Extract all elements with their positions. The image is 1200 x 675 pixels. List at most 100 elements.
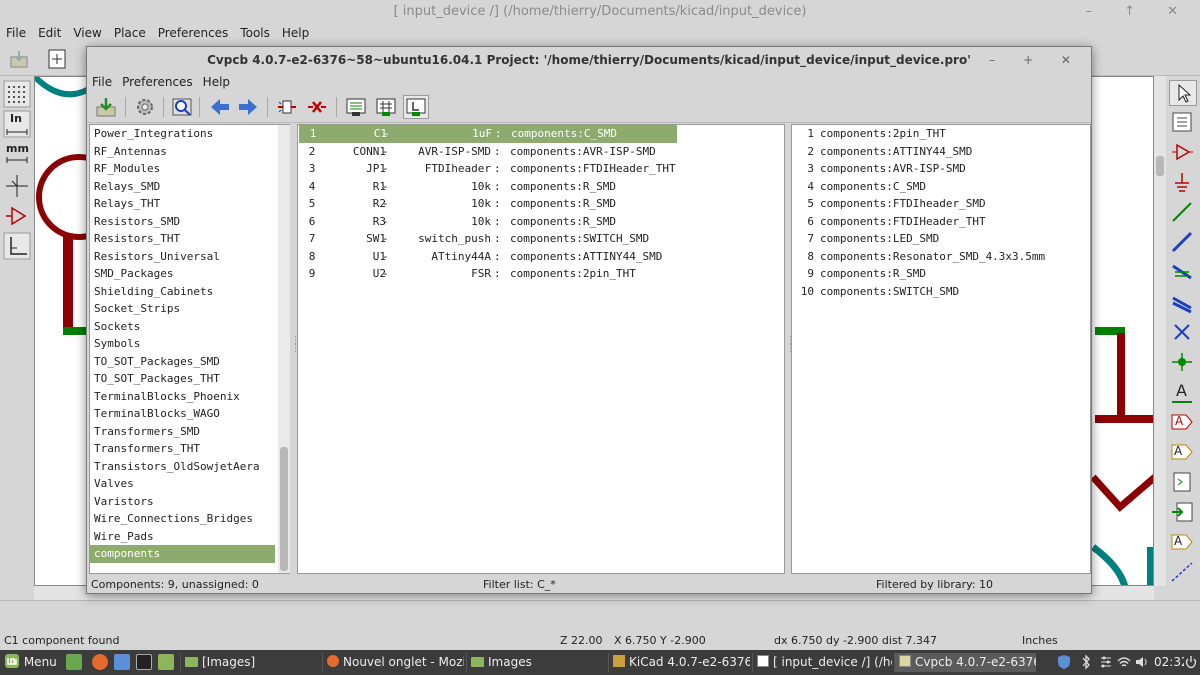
page-settings-icon[interactable] <box>44 47 70 71</box>
table-row[interactable]: 5 R2 - 10k : components:R_SMD <box>298 195 784 213</box>
select-arrow-icon[interactable] <box>1169 80 1197 106</box>
list-item[interactable]: Wire_Pads <box>90 528 289 546</box>
grid-icon[interactable] <box>3 80 31 108</box>
bus-to-bus-entry-icon[interactable] <box>1169 290 1197 316</box>
save-netlist-icon[interactable] <box>93 95 119 119</box>
list-item[interactable]: 7 components:LED_SMD <box>792 230 1090 248</box>
list-item[interactable]: RF_Antennas <box>90 143 289 161</box>
new-schematic-icon[interactable] <box>6 47 32 71</box>
import-hier-label-icon[interactable] <box>1169 500 1197 526</box>
settings-icon[interactable] <box>1098 654 1114 670</box>
menu-preferences[interactable]: Preferences <box>152 24 235 42</box>
taskbar-window-images[interactable]: Images <box>466 653 606 672</box>
list-item[interactable]: TO_SOT_Packages_SMD <box>90 353 289 371</box>
next-unassigned-icon[interactable] <box>235 95 261 119</box>
list-item[interactable]: Wire_Connections_Bridges <box>90 510 289 528</box>
menu-edit[interactable]: Edit <box>32 24 67 42</box>
schematic-vertical-scrollbar[interactable] <box>1154 76 1166 586</box>
list-item[interactable]: Relays_THT <box>90 195 289 213</box>
taskbar-window-images-bracket[interactable]: [Images] <box>180 653 320 672</box>
footprints-list[interactable]: 1 components:2pin_THT 2 components:ATTINY4… <box>791 124 1091 574</box>
inch-units-icon[interactable]: In <box>3 110 31 138</box>
cvpcb-window-buttons[interactable]: – + ✕ <box>989 47 1083 73</box>
show-desktop-icon[interactable] <box>66 654 82 670</box>
components-list[interactable]: 1 C1 - 1uF : components:C_SMD 2 CONN1 - … <box>297 124 785 574</box>
filter-by-pin-count-icon[interactable] <box>373 95 399 119</box>
add-graphic-line-icon[interactable] <box>1169 560 1197 586</box>
list-item[interactable]: Valves <box>90 475 289 493</box>
wifi-icon[interactable] <box>1116 654 1132 670</box>
table-row[interactable]: 1 C1 - 1uF : components:C_SMD <box>299 125 677 143</box>
start-menu-button[interactable]: Menu <box>2 653 58 672</box>
list-item[interactable]: Relays_SMD <box>90 178 289 196</box>
taskbar-window-eeschema[interactable]: [ input_device /] (/ho… <box>752 653 892 672</box>
splitter-handle[interactable]: ⋮⋮ <box>291 337 300 361</box>
add-component-icon[interactable] <box>1169 140 1197 166</box>
list-item[interactable]: Resistors_Universal <box>90 248 289 266</box>
list-item-selected[interactable]: components <box>90 545 275 563</box>
list-item[interactable]: Transformers_SMD <box>90 423 289 441</box>
list-item[interactable]: Resistors_THT <box>90 230 289 248</box>
power-icon[interactable] <box>1184 654 1200 670</box>
list-item[interactable]: Socket_Strips <box>90 300 289 318</box>
mm-units-icon[interactable]: mm <box>3 140 31 168</box>
firefox-icon[interactable] <box>92 654 108 670</box>
table-row[interactable]: 8 U1 - ATtiny44A : components:ATTINY44_S… <box>298 248 784 266</box>
cvpcb-title-bar[interactable]: Cvpcb 4.0.7-e2-6376~58~ubuntu16.04.1 Pro… <box>87 47 1091 73</box>
table-row[interactable]: 2 CONN1 - AVR-ISP-SMD : components:AVR-I… <box>298 143 784 161</box>
list-item[interactable]: Resistors_SMD <box>90 213 289 231</box>
delete-associations-icon[interactable] <box>304 95 330 119</box>
files-icon[interactable] <box>158 654 174 670</box>
add-hier-sheet-icon[interactable] <box>1169 470 1197 496</box>
list-item[interactable]: Symbols <box>90 335 289 353</box>
volume-icon[interactable] <box>1134 654 1150 670</box>
filter-by-library-icon[interactable] <box>403 95 429 119</box>
full-cursor-icon[interactable] <box>3 172 31 200</box>
menu-help[interactable]: Help <box>276 24 315 42</box>
add-junction-icon[interactable] <box>1169 350 1197 376</box>
table-row[interactable]: 4 R1 - 10k : components:R_SMD <box>298 178 784 196</box>
software-manager-icon[interactable] <box>114 654 130 670</box>
list-item[interactable]: Power_Integrations <box>90 125 289 143</box>
clock[interactable]: 02:32 <box>1152 653 1184 672</box>
add-line-label-icon[interactable]: A <box>1169 380 1197 406</box>
auto-associate-icon[interactable] <box>274 95 300 119</box>
shield-icon[interactable] <box>1056 654 1072 670</box>
list-item[interactable]: 5 components:FTDIheader_SMD <box>792 195 1090 213</box>
library-config-icon[interactable] <box>132 95 158 119</box>
list-item[interactable]: 9 components:R_SMD <box>792 265 1090 283</box>
list-item[interactable]: 6 components:FTDIHeader_THT <box>792 213 1090 231</box>
cvpcb-menu-file[interactable]: File <box>87 73 117 91</box>
add-power-icon[interactable] <box>1169 170 1197 196</box>
list-item[interactable]: Shielding_Cabinets <box>90 283 289 301</box>
previous-unassigned-icon[interactable] <box>207 95 233 119</box>
add-hier-pin-icon[interactable]: A <box>1169 530 1197 556</box>
no-connect-icon[interactable] <box>1169 320 1197 346</box>
list-item[interactable]: 4 components:C_SMD <box>792 178 1090 196</box>
library-list-scrollbar[interactable] <box>278 125 290 573</box>
list-item[interactable]: TerminalBlocks_WAGO <box>90 405 289 423</box>
wire-to-bus-entry-icon[interactable] <box>1169 260 1197 286</box>
list-item[interactable]: Varistors <box>90 493 289 511</box>
list-item[interactable]: Transformers_THT <box>90 440 289 458</box>
list-item[interactable]: SMD_Packages <box>90 265 289 283</box>
bluetooth-icon[interactable] <box>1078 654 1094 670</box>
taskbar-window-kicad[interactable]: KiCad 4.0.7-e2-6376… <box>608 653 750 672</box>
table-row[interactable]: 3 JP1 - FTDIheader : components:FTDIHead… <box>298 160 784 178</box>
add-hier-label-icon[interactable]: A <box>1169 440 1197 466</box>
cvpcb-menu-preferences[interactable]: Preferences <box>117 73 198 91</box>
list-item[interactable]: 8 components:Resonator_SMD_4.3x3.5mm <box>792 248 1090 266</box>
add-bus-icon[interactable] <box>1169 230 1197 256</box>
list-item[interactable]: Sockets <box>90 318 289 336</box>
menu-view[interactable]: View <box>67 24 107 42</box>
bus-entry-orient-icon[interactable] <box>3 232 31 260</box>
filter-by-keyword-icon[interactable] <box>343 95 369 119</box>
list-item[interactable]: 2 components:ATTINY44_SMD <box>792 143 1090 161</box>
table-row[interactable]: 9 U2 - FSR : components:2pin_THT <box>298 265 784 283</box>
view-footprint-icon[interactable] <box>169 95 195 119</box>
list-item[interactable]: RF_Modules <box>90 160 289 178</box>
taskbar-window-cvpcb[interactable]: Cvpcb 4.0.7-e2-6376… <box>894 653 1036 672</box>
list-item[interactable]: 3 components:AVR-ISP-SMD <box>792 160 1090 178</box>
list-item[interactable]: TO_SOT_Packages_THT <box>90 370 289 388</box>
splitter-handle[interactable]: ⋮⋮ <box>786 337 795 361</box>
